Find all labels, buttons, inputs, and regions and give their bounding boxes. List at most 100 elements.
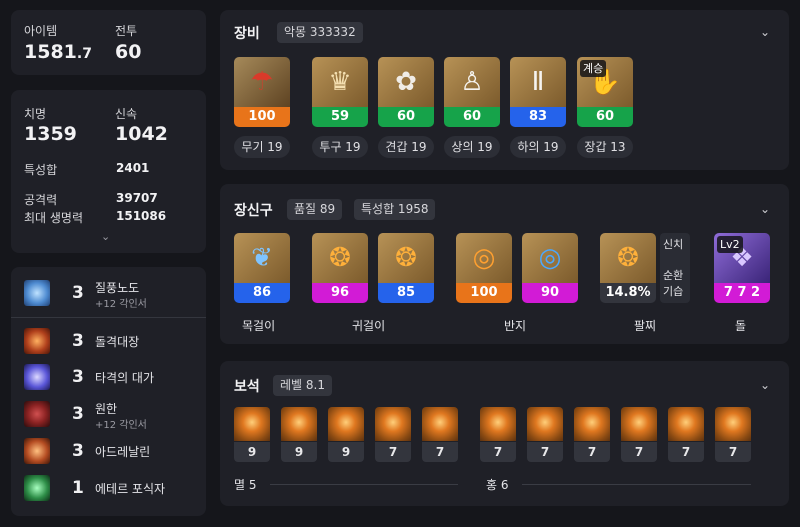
- adrenaline-engraving-icon: [24, 438, 50, 464]
- engraving-name: 에테르 포식자: [95, 482, 166, 496]
- max-hp-value: 151086: [116, 209, 167, 223]
- earring-icon: ❂: [312, 233, 368, 283]
- bracelet-icon: ❂: [600, 233, 656, 283]
- glove-slot[interactable]: ✋ 계승 60: [577, 57, 633, 127]
- dress-icon: ♙: [444, 57, 500, 107]
- engraving-item[interactable]: 3 원한 +12 각인서: [11, 398, 217, 432]
- chevron-down-icon[interactable]: ⌄: [760, 202, 770, 216]
- crit-label: 치명: [24, 107, 47, 121]
- helmet-label: 투구 19: [312, 136, 368, 158]
- annihilation-gem[interactable]: 7: [422, 407, 458, 462]
- annihilation-gem[interactable]: 9: [281, 407, 317, 462]
- pants-label: 하의 19: [510, 136, 566, 158]
- earring-slot-1[interactable]: ❂ 96: [312, 233, 368, 303]
- engraving-book: +12 각인서: [95, 299, 147, 310]
- pants-slot[interactable]: Ⅱ 83: [510, 57, 566, 127]
- gem-icon: [281, 407, 317, 441]
- bracelet-effect: 순환: [663, 269, 684, 282]
- crimson-gem[interactable]: 7: [715, 407, 751, 462]
- glove-label: 장갑 13: [577, 136, 633, 158]
- annihilation-count-label: 멸 5: [234, 478, 257, 492]
- engraving-item[interactable]: 3 타격의 대가: [11, 361, 217, 395]
- necklace-label: 목걸이: [242, 319, 276, 333]
- chevron-down-icon[interactable]: ⌄: [101, 230, 110, 243]
- quality-bar: 60: [444, 107, 500, 127]
- gems-title: 보석: [234, 379, 260, 395]
- helmet-slot[interactable]: ♛ 59: [312, 57, 368, 127]
- earring-icon: ❂: [378, 233, 434, 283]
- gem-icon: [574, 407, 610, 441]
- stats-panel: 치명 1359 신속 1042 특성합 2401 공격력 39707 최대 생명…: [11, 90, 206, 253]
- gem-level: 7: [715, 442, 751, 462]
- crimson-gem[interactable]: 7: [668, 407, 704, 462]
- gems-panel: 보석 레벨 8.1 ⌄ 9 9 9 7 7 7 7 7 7 7 7 멸 5 홍 …: [220, 361, 789, 506]
- crit-value: 1359: [24, 123, 77, 145]
- gem-level: 9: [328, 442, 364, 462]
- gem-icon: [621, 407, 657, 441]
- attack-label: 공격력: [24, 193, 58, 207]
- accessories-title: 장신구: [234, 203, 273, 219]
- combat-level-label: 전투: [115, 24, 138, 38]
- item-level-value: 1581.7: [24, 41, 92, 63]
- weapon-slot[interactable]: ☂ 100: [234, 57, 290, 127]
- engraving-name: 타격의 대가: [95, 371, 155, 385]
- ring-slot-1[interactable]: ◎ 100: [456, 233, 512, 303]
- combat-level-value: 60: [115, 41, 142, 63]
- chevron-down-icon[interactable]: ⌄: [760, 25, 770, 39]
- item-level-main: 1581: [24, 41, 77, 63]
- engraving-level: 3: [72, 283, 84, 303]
- engraving-level: 3: [72, 404, 84, 424]
- bracelet-effect: 기습: [663, 285, 684, 298]
- engraving-item[interactable]: 1 에테르 포식자: [11, 472, 217, 506]
- stat-total-value: 2401: [116, 161, 150, 175]
- crimson-gem[interactable]: 7: [574, 407, 610, 462]
- quality-bar: 96: [312, 283, 368, 303]
- equipment-panel: 장비 악몽 333332 ⌄ ☂ 100 ♛ 59 ✿ 60 ♙ 60 Ⅱ 83…: [220, 10, 789, 170]
- necklace-icon: ❦: [234, 233, 290, 283]
- gem-icon: [234, 407, 270, 441]
- gem-level: 7: [621, 442, 657, 462]
- earring-slot-2[interactable]: ❂ 85: [378, 233, 434, 303]
- engraving-item[interactable]: 3 돌격대장: [11, 325, 217, 359]
- stat-total-label: 특성합: [24, 163, 58, 177]
- stone-label: 돌: [735, 319, 747, 333]
- gem-level: 9: [234, 442, 270, 462]
- ability-stone-slot[interactable]: ❖ Lv2 7 7 2: [714, 233, 770, 303]
- engraving-item[interactable]: 3 아드레날린: [11, 435, 217, 469]
- bracelet-slot[interactable]: ❂ 14.8%: [600, 233, 656, 303]
- annihilation-gem[interactable]: 9: [234, 407, 270, 462]
- gem-level: 9: [281, 442, 317, 462]
- gem-level: 7: [574, 442, 610, 462]
- engraving-name: 돌격대장: [95, 335, 140, 349]
- engraving-item[interactable]: 3 질풍노도 +12 각인서: [11, 277, 217, 311]
- chevron-down-icon[interactable]: ⌄: [760, 378, 770, 392]
- shoulder-slot[interactable]: ✿ 60: [378, 57, 434, 127]
- ring-slot-2[interactable]: ◎ 90: [522, 233, 578, 303]
- annihilation-gem[interactable]: 9: [328, 407, 364, 462]
- master-brawler-engraving-icon: [24, 364, 50, 390]
- annihilation-gem[interactable]: 7: [375, 407, 411, 462]
- gem-level: 7: [480, 442, 516, 462]
- crimson-gem[interactable]: 7: [621, 407, 657, 462]
- divider: [522, 484, 751, 485]
- crimson-gem[interactable]: 7: [480, 407, 516, 462]
- engraving-name: 질풍노도: [95, 281, 140, 295]
- chest-slot[interactable]: ♙ 60: [444, 57, 500, 127]
- quality-bar: 60: [378, 107, 434, 127]
- bracelet-label: 팔찌: [634, 319, 657, 333]
- gem-level: 7: [375, 442, 411, 462]
- bracelet-effects: 신치 순환 기습: [660, 233, 690, 303]
- accessories-panel: 장신구 품질 89 특성합 1958 ⌄ ❦ 86 ❂ 96 ❂ 85 ◎ 10…: [220, 184, 789, 344]
- swiftness-label: 신속: [115, 107, 138, 121]
- set-tag: 악몽 333332: [277, 22, 363, 43]
- quality-bar: 59: [312, 107, 368, 127]
- divider: [270, 484, 458, 485]
- necklace-slot[interactable]: ❦ 86: [234, 233, 290, 303]
- attack-value: 39707: [116, 191, 158, 205]
- chest-label: 상의 19: [444, 136, 500, 158]
- divider: [11, 317, 206, 318]
- ring-icon: ◎: [522, 233, 578, 283]
- helmet-icon: ♛: [312, 57, 368, 107]
- crimson-gem[interactable]: 7: [527, 407, 563, 462]
- engraving-level: 3: [72, 331, 84, 351]
